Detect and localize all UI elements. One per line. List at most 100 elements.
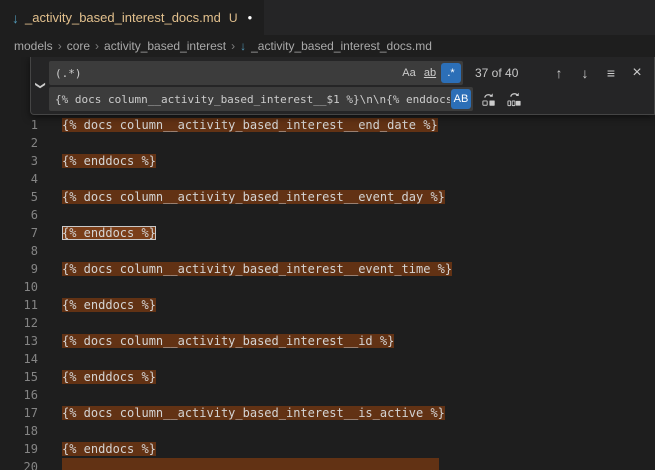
line-number: 7 — [0, 224, 38, 242]
replace-button[interactable] — [477, 88, 499, 110]
breadcrumb-item-core[interactable]: core — [67, 39, 90, 53]
find-match: {% docs column__activity_based_interest_… — [62, 406, 445, 420]
find-match: {% docs column__activity_based_interest_… — [62, 118, 438, 132]
replace-all-button[interactable] — [503, 88, 525, 110]
line-number: 17 — [0, 404, 38, 422]
line-content[interactable] — [38, 278, 62, 296]
line-content[interactable]: {% enddocs %} — [38, 368, 156, 386]
line-content[interactable]: {% enddocs %} — [38, 152, 156, 170]
editor-line[interactable]: 1 {% docs column__activity_based_interest… — [0, 116, 655, 134]
tab-filename: _activity_based_interest_docs.md — [25, 10, 221, 25]
replace-all-icon — [507, 92, 522, 107]
editor-line[interactable]: 20 — [0, 458, 655, 470]
previous-match-button[interactable]: ↑ — [548, 62, 570, 84]
line-content[interactable]: {% docs column__activity_based_interest_… — [38, 188, 445, 206]
next-match-button[interactable]: ↓ — [574, 62, 596, 84]
replace-input[interactable]: {% docs column__activity_based_interest_… — [49, 87, 473, 111]
replace-icon — [481, 92, 496, 107]
line-content[interactable]: {% enddocs %} — [38, 224, 156, 242]
line-content[interactable]: {% enddocs %} — [38, 296, 156, 314]
editor-lines: 1 {% docs column__activity_based_interest… — [0, 57, 655, 470]
find-match-current: {% enddocs %} — [62, 226, 156, 240]
editor-line[interactable]: 7 {% enddocs %} — [0, 224, 655, 242]
breadcrumb: models › core › activity_based_interest … — [0, 35, 655, 57]
editor-line[interactable]: 12 — [0, 314, 655, 332]
line-number: 3 — [0, 152, 38, 170]
line-number: 1 — [0, 116, 38, 134]
editor-line[interactable]: 4 — [0, 170, 655, 188]
find-row: (.*) Aa ab .* 37 of 40 ↑ ↓ ≡ × — [49, 61, 648, 85]
line-number: 11 — [0, 296, 38, 314]
editor-line[interactable]: 10 — [0, 278, 655, 296]
line-number: 6 — [0, 206, 38, 224]
line-number: 15 — [0, 368, 38, 386]
line-number: 4 — [0, 170, 38, 188]
markdown-file-icon: ↓ — [240, 40, 246, 52]
line-content[interactable] — [38, 422, 62, 440]
line-number: 8 — [0, 242, 38, 260]
editor-line[interactable]: 18 — [0, 422, 655, 440]
tab-bar: ↓ _activity_based_interest_docs.md U ● — [0, 0, 655, 35]
line-number: 20 — [0, 458, 38, 470]
editor-line[interactable]: 6 — [0, 206, 655, 224]
editor-tab[interactable]: ↓ _activity_based_interest_docs.md U ● — [0, 0, 264, 35]
chevron-right-icon: › — [58, 39, 62, 53]
editor-line[interactable]: 5{% docs column__activity_based_interest… — [0, 188, 655, 206]
breadcrumb-item-file[interactable]: _activity_based_interest_docs.md — [251, 39, 432, 53]
line-content[interactable]: {% docs column__activity_based_interest_… — [38, 404, 445, 422]
toggle-replace-button[interactable]: ❯ — [31, 57, 49, 114]
editor[interactable]: 1 {% docs column__activity_based_interest… — [0, 57, 655, 470]
replace-row: {% docs column__activity_based_interest_… — [49, 87, 648, 111]
regex-button[interactable]: .* — [441, 63, 461, 83]
editor-line[interactable]: 13{% docs column__activity_based_interes… — [0, 332, 655, 350]
line-content[interactable] — [38, 458, 439, 470]
find-match: {% docs column__activity_based_interest_… — [62, 190, 445, 204]
editor-line[interactable]: 14 — [0, 350, 655, 368]
line-number: 14 — [0, 350, 38, 368]
line-content[interactable] — [38, 350, 62, 368]
search-input[interactable]: (.*) Aa ab .* — [49, 61, 463, 85]
line-content[interactable] — [38, 134, 62, 152]
editor-line[interactable]: 3{% enddocs %} — [0, 152, 655, 170]
chevron-right-icon: › — [95, 39, 99, 53]
line-content[interactable] — [38, 386, 62, 404]
unsaved-changes-dot[interactable]: ● — [248, 13, 253, 22]
search-value: (.*) — [55, 67, 398, 80]
find-in-selection-button[interactable]: ≡ — [600, 62, 622, 84]
line-number: 12 — [0, 314, 38, 332]
line-content[interactable]: {% docs column__activity_based_interest_… — [38, 116, 438, 134]
match-case-button[interactable]: Aa — [399, 63, 419, 83]
line-number: 19 — [0, 440, 38, 458]
chevron-down-icon: ❯ — [34, 81, 45, 89]
line-content[interactable] — [38, 242, 62, 260]
preserve-case-button[interactable]: AB — [451, 89, 471, 109]
breadcrumb-item-activity-based-interest[interactable]: activity_based_interest — [104, 39, 226, 53]
find-match: {% enddocs %} — [62, 298, 156, 312]
line-content[interactable] — [38, 206, 62, 224]
line-number: 2 — [0, 134, 38, 152]
line-content[interactable]: {% docs column__activity_based_interest_… — [38, 260, 452, 278]
editor-line[interactable]: 16 — [0, 386, 655, 404]
line-number: 9 — [0, 260, 38, 278]
close-icon[interactable]: × — [626, 62, 648, 84]
line-content[interactable]: {% enddocs %} — [38, 440, 156, 458]
line-content[interactable] — [38, 314, 62, 332]
line-content[interactable]: {% docs column__activity_based_interest_… — [38, 332, 394, 350]
line-number: 13 — [0, 332, 38, 350]
git-status-badge: U — [229, 11, 238, 25]
editor-line[interactable]: 11 {% enddocs %} — [0, 296, 655, 314]
line-content[interactable] — [38, 170, 62, 188]
editor-line[interactable]: 2 — [0, 134, 655, 152]
line-number: 10 — [0, 278, 38, 296]
editor-line[interactable]: 9 {% docs column__activity_based_interest… — [0, 260, 655, 278]
editor-line[interactable]: 8 — [0, 242, 655, 260]
find-match: {% docs column__activity_based_interest_… — [62, 262, 452, 276]
editor-line[interactable]: 15{% enddocs %} — [0, 368, 655, 386]
markdown-file-icon: ↓ — [12, 11, 19, 25]
match-count: 37 of 40 — [475, 66, 518, 80]
editor-line[interactable]: 17 {% docs column__activity_based_interes… — [0, 404, 655, 422]
find-match — [62, 458, 439, 470]
breadcrumb-item-models[interactable]: models — [14, 39, 53, 53]
editor-line[interactable]: 19{% enddocs %} — [0, 440, 655, 458]
whole-word-button[interactable]: ab — [420, 63, 440, 83]
